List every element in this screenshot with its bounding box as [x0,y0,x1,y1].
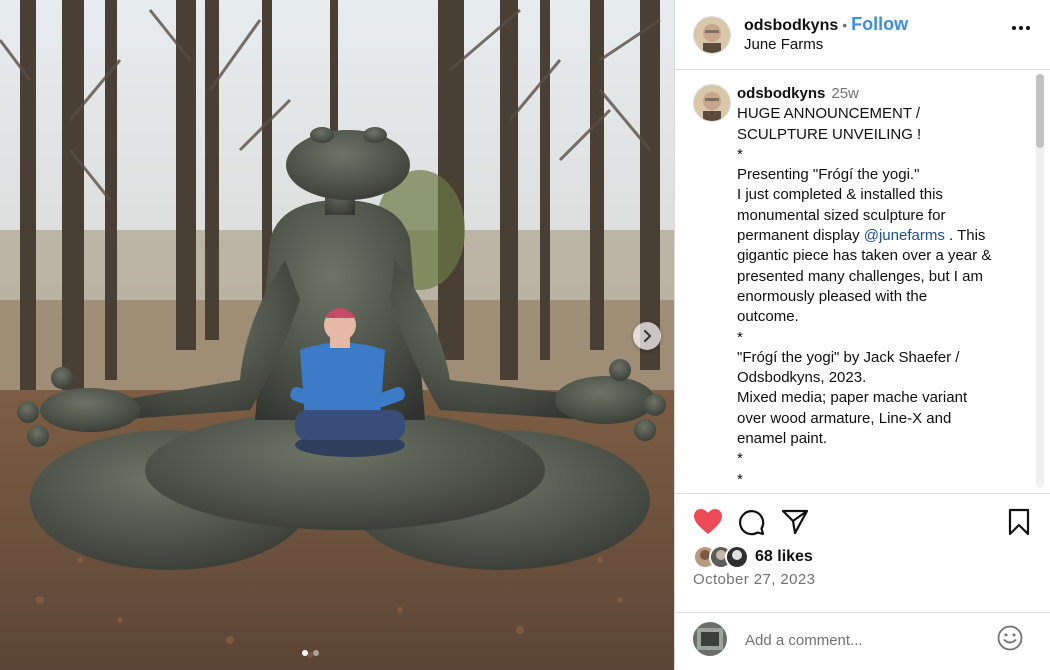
share-button[interactable] [781,508,809,541]
post-details-panel: odsbodkyns • Follow June Farms odsbodkyns 2… [674,0,1050,670]
post-date[interactable]: October 27, 2023 [693,571,815,588]
frog-sculpture-photo [0,0,674,670]
bookmark-icon [1008,508,1030,536]
heart-filled-icon [694,509,722,534]
caption-line: Mixed media; paper mache variant [737,389,968,407]
caption-line: permanent display @junefarms . This [737,227,986,245]
more-horizontal-icon [1012,26,1016,30]
likes-count[interactable]: 68 likes [755,548,813,566]
post-age[interactable]: 25w [831,85,859,102]
caption-line: over wood armature, Line-X and [737,409,952,427]
comment-button[interactable] [737,508,765,541]
carousel-dot [313,650,319,656]
chevron-right-icon [644,330,651,342]
location-link[interactable]: June Farms [744,35,908,54]
carousel-dot [302,650,308,656]
comment-input[interactable] [743,627,987,653]
caption-username[interactable]: odsbodkyns [737,85,825,102]
caption-line: monumental sized sculpture for [737,206,946,224]
avatar[interactable] [693,15,731,54]
separator: • [842,17,848,33]
liker-avatar [725,545,749,569]
carousel-next-button[interactable] [633,322,661,350]
mention-link[interactable]: @junefarms [864,227,945,244]
smiley-icon [997,625,1023,651]
caption-line: "Frógí the yogi" by Jack Shaefer / [737,348,960,366]
post-header: odsbodkyns • Follow June Farms [675,0,1050,70]
caption-line: Odsbodkyns, 2023. [737,369,867,387]
caption-line: outcome. [737,308,799,326]
emoji-button[interactable] [997,625,1023,656]
caption-scroll-area[interactable]: odsbodkyns 25w HUGE ANNOUNCEMENT / SCULPT… [675,70,1050,494]
post-image[interactable] [0,0,674,670]
save-button[interactable] [1007,508,1031,541]
current-user-avatar[interactable] [693,622,727,656]
caption-line: * [737,145,743,163]
comment-bubble-icon [739,510,765,536]
caption-scrollbar[interactable] [1036,74,1044,488]
likes-summary: 68 likes [693,545,813,569]
caption-line: SCULPTURE UNVEILING ! [737,125,922,143]
caption-line: HUGE ANNOUNCEMENT / [737,105,921,123]
paper-plane-icon [781,509,809,535]
caption-line: enamel paint. [737,430,828,448]
more-options-button[interactable] [1012,26,1030,30]
username[interactable]: odsbodkyns [744,17,838,34]
caption-line: Presenting "Frógí the yogi." [737,166,920,184]
carousel-indicator [302,650,319,656]
scrollbar-thumb[interactable] [1036,74,1044,148]
caption-line: * [737,470,743,488]
caption-line: presented many challenges, but I am [737,267,983,285]
caption-line: gigantic piece has taken over a year & [737,247,992,265]
follow-button[interactable]: Follow [851,14,908,34]
caption-text: odsbodkyns 25w HUGE ANNOUNCEMENT / SCULPT… [737,84,1032,490]
caption-line: * [737,328,743,346]
caption-line: enormously pleased with the [737,287,928,305]
caption-line: I just completed & installed this [737,186,943,204]
avatar[interactable] [693,84,731,122]
caption-line: * [737,450,743,468]
post-actions [693,508,1033,538]
comment-composer [675,612,1050,670]
like-button[interactable] [693,508,723,541]
